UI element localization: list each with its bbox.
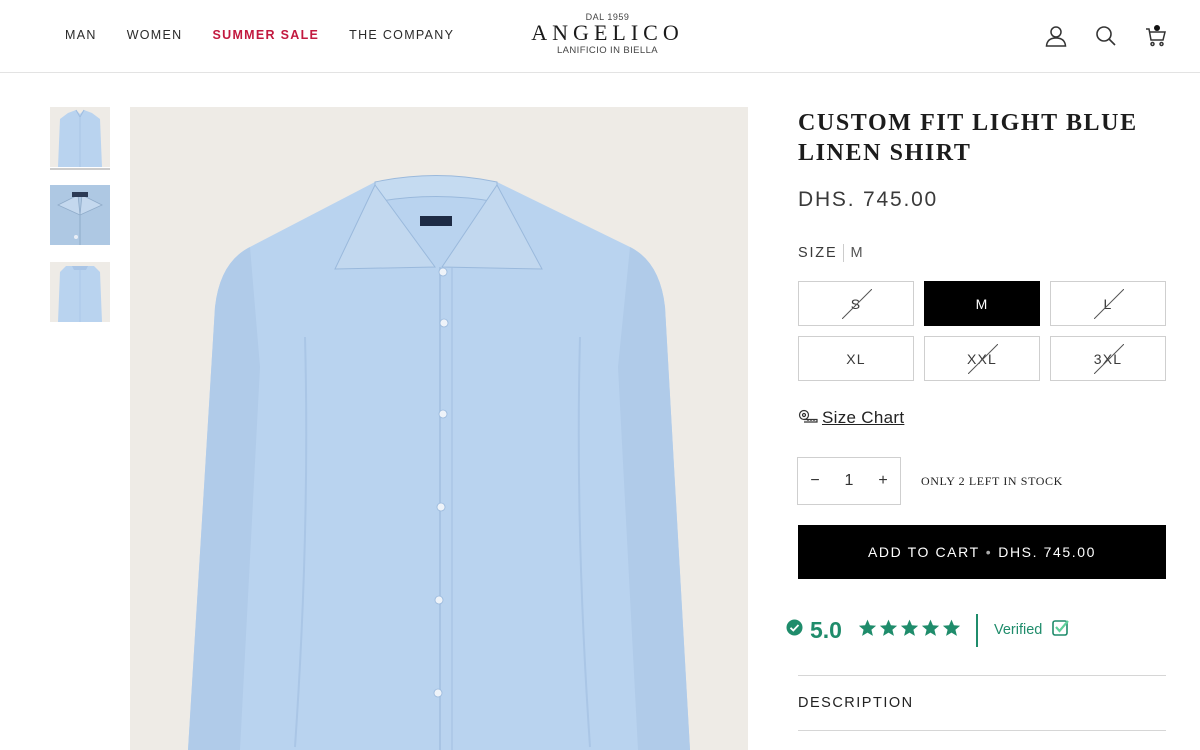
size-chart-label: Size Chart [822, 408, 905, 427]
size-label-text: SIZE [798, 245, 838, 261]
size-option-l[interactable]: L [1050, 281, 1166, 326]
nav-the-company[interactable]: THE COMPANY [349, 28, 454, 42]
tape-measure-icon [798, 409, 818, 428]
nav-man[interactable]: MAN [65, 28, 97, 42]
star-icon [879, 619, 898, 642]
quantity-value[interactable]: 1 [845, 472, 854, 490]
main-nav: MAN WOMEN SUMMER SALE THE COMPANY [65, 28, 454, 42]
logo-tagline: LANIFICIO IN BIELLA [556, 45, 659, 56]
stock-notice: ONLY 2 LEFT IN STOCK [921, 474, 1063, 488]
size-chart-link[interactable]: Size Chart [798, 408, 904, 428]
account-icon[interactable] [1044, 24, 1068, 48]
unavailable-slash-icon [1094, 344, 1124, 374]
shirt-front-thumbnail[interactable] [50, 107, 110, 167]
size-option-3xl[interactable]: 3XL [1050, 336, 1166, 381]
star-icon [921, 619, 940, 642]
add-to-cart-button[interactable]: ADD TO CART • DHS. 745.00 [798, 525, 1166, 579]
size-option-m[interactable]: M [924, 281, 1040, 326]
site-header: MAN WOMEN SUMMER SALE THE COMPANY DAL 19… [0, 0, 1200, 73]
rating-stars [858, 619, 961, 642]
product-price: DHS. 745.00 [798, 188, 939, 211]
add-to-cart-price: DHS. 745.00 [998, 544, 1096, 560]
size-option-label: M [975, 295, 989, 312]
cart-icon[interactable] [1144, 24, 1168, 48]
verified-badge-icon [1052, 619, 1070, 641]
brand-logo[interactable]: DAL 1959 ANGELICO LANIFICIO IN BIELLA [510, 12, 705, 56]
review-rating-widget[interactable]: 5.0 Verified [786, 612, 1070, 648]
size-option-s[interactable]: S [798, 281, 914, 326]
description-label: DESCRIPTION [798, 695, 914, 711]
unavailable-slash-icon [1094, 289, 1124, 319]
logo-wordmark: ANGELICO [531, 20, 684, 45]
selected-size-value: M [850, 245, 865, 261]
product-main-image[interactable] [130, 107, 748, 750]
star-icon [900, 619, 919, 642]
cart-separator: • [985, 544, 993, 560]
search-icon[interactable] [1094, 24, 1118, 48]
shirt-back-thumbnail[interactable] [50, 262, 110, 322]
star-icon [858, 619, 877, 642]
shirt-collar-thumbnail[interactable] [50, 185, 110, 245]
size-option-xl[interactable]: XL [798, 336, 914, 381]
nav-women[interactable]: WOMEN [127, 28, 183, 42]
size-option-xxl[interactable]: XXL [924, 336, 1040, 381]
nav-summer-sale[interactable]: SUMMER SALE [213, 28, 320, 42]
thumbnail-selected-indicator [50, 168, 110, 170]
add-to-cart-label: ADD TO CART [867, 544, 980, 560]
size-option-label: XL [846, 350, 866, 367]
size-selector-label: SIZE M [798, 244, 864, 262]
quantity-increase-button[interactable]: + [876, 472, 890, 490]
product-title: CUSTOM FIT LIGHT BLUE LINEN SHIRT [798, 110, 1138, 166]
rating-divider [975, 613, 978, 647]
verified-check-icon [786, 619, 803, 641]
size-label-divider [843, 244, 845, 262]
description-accordion[interactable]: DESCRIPTION [798, 675, 1166, 731]
star-icon [942, 619, 961, 642]
quantity-stepper: − 1 + [797, 457, 901, 505]
quantity-decrease-button[interactable]: − [808, 472, 822, 490]
rating-score: 5.0 [810, 616, 842, 643]
unavailable-slash-icon [968, 344, 998, 374]
unavailable-slash-icon [842, 289, 872, 319]
verified-label: Verified [993, 622, 1043, 638]
